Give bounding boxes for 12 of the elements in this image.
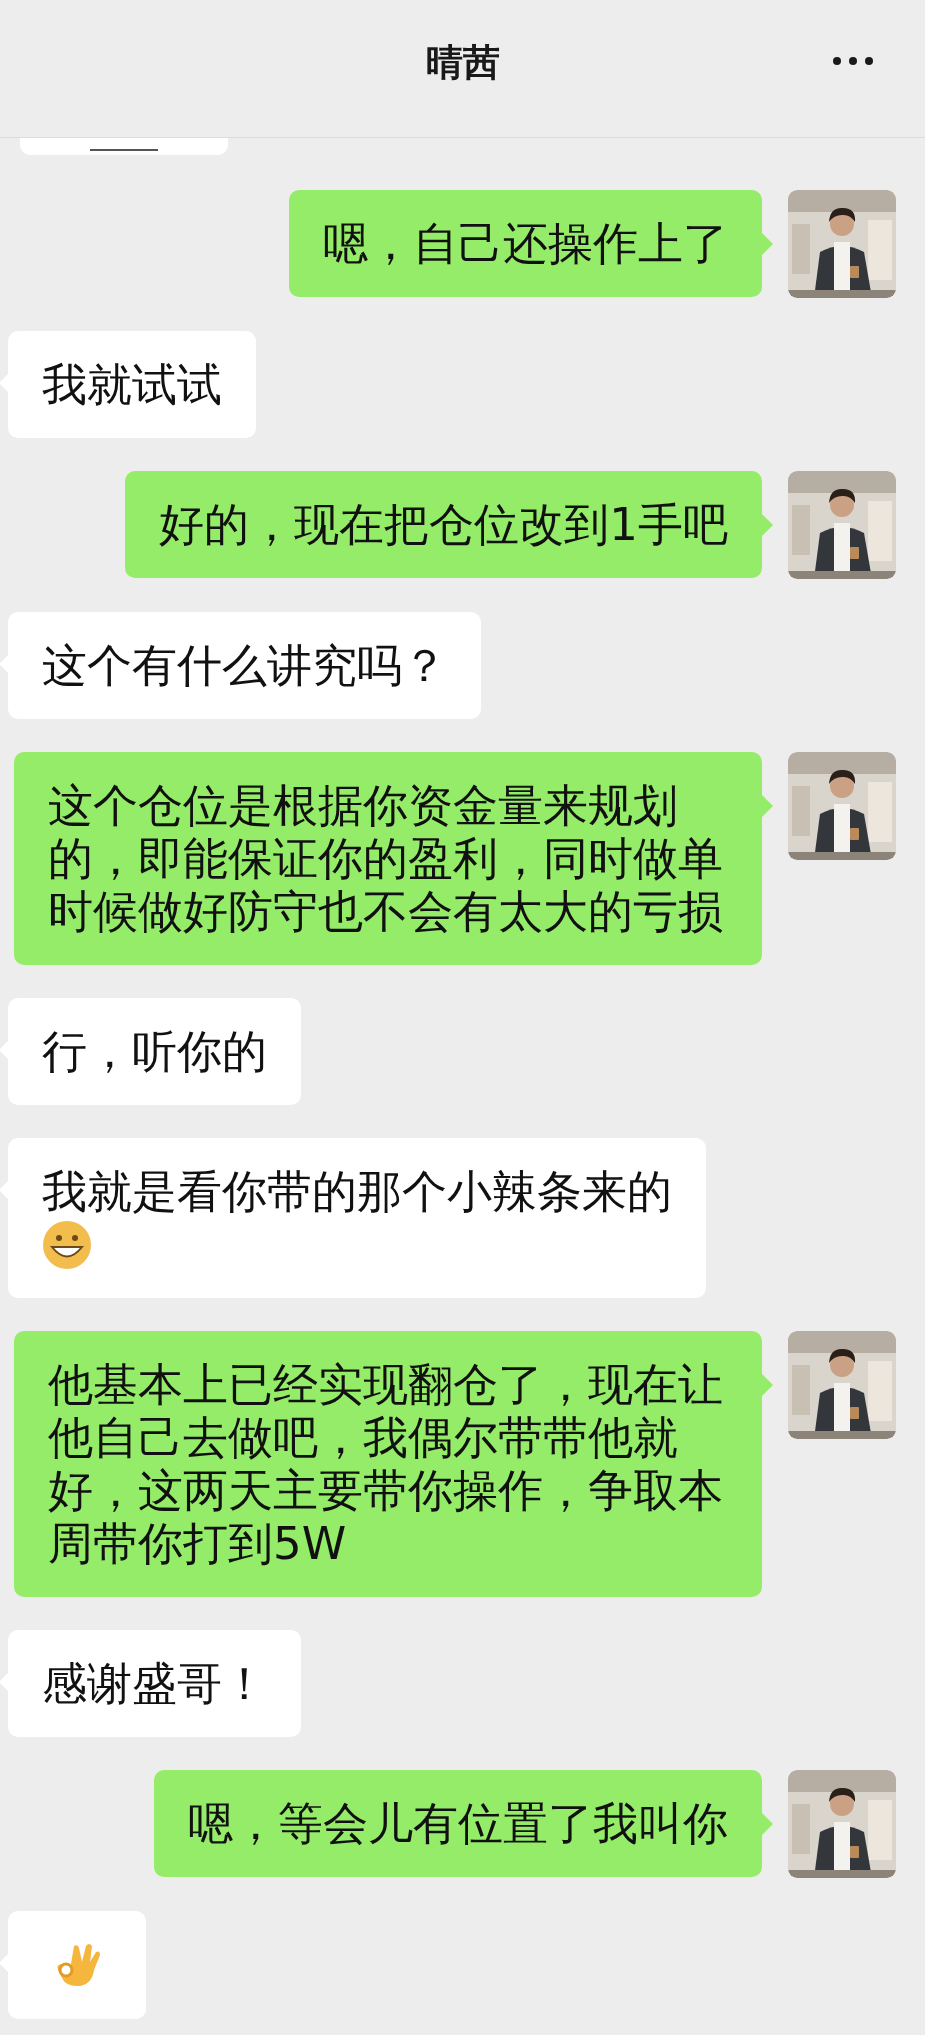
message-text: 嗯，自己还操作上了	[323, 217, 728, 270]
message-text: 我就试试	[42, 358, 222, 411]
message-text: 感谢盛哥！	[42, 1657, 267, 1710]
chat-title: 晴茜	[425, 39, 500, 86]
message-text: 行，听你的	[42, 1025, 267, 1078]
message-text: 我就是看你带的那个小辣条来的	[42, 1165, 672, 1218]
more-icon[interactable]	[833, 56, 873, 66]
message-text: 他基本上已经实现翻仓了，现在让他自己去做吧，我偶尔带带他就好，这两天主要带你操作，争取本周带你打到5W	[48, 1358, 724, 1570]
message-text: 这个仓位是根据你资金量来规划的，即能保证你的盈利，同时做单时候做好防守也不会有太大的亏损	[48, 779, 724, 938]
message-text: 好的，现在把仓位改到1手吧	[159, 498, 728, 551]
message-text: 嗯，等会儿有位置了我叫你	[188, 1797, 728, 1850]
message-text: 这个有什么讲究吗？	[42, 639, 447, 692]
